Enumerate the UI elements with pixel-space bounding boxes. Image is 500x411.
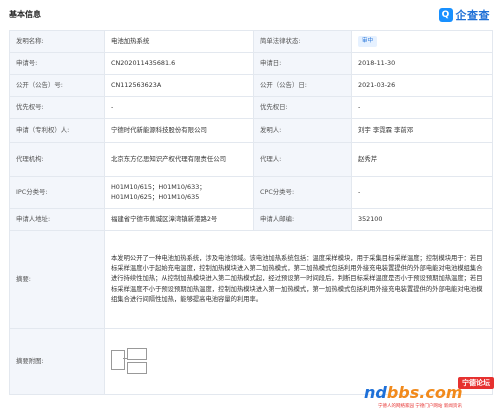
postcode-label: 申请人邮编: — [253, 208, 352, 231]
ipc-value: H01M10/615；H01M10/633；H01M10/625；H01M10/… — [104, 176, 254, 209]
figure-block — [127, 347, 147, 360]
inventor-label: 发明人: — [253, 118, 352, 143]
watermark-tag: 宁德论坛 — [458, 377, 494, 389]
abstract-figure-thumbnail[interactable] — [111, 346, 147, 378]
ipc-label: IPC分类号: — [9, 176, 105, 209]
publication-no-value: CN112563623A — [104, 74, 254, 97]
cpc-value: - — [351, 176, 493, 209]
applicant-label: 申请（专利权）人: — [9, 118, 105, 143]
watermark-logo: ndbbs.com — [364, 383, 463, 402]
abstract-label: 摘要: — [9, 230, 105, 329]
agency-link[interactable]: 北京东方亿思知识产权代理有限责任公司 — [104, 142, 254, 177]
cpc-label: CPC分类号: — [253, 176, 352, 209]
qcc-logo-icon: Q — [438, 8, 453, 22]
figure-block — [127, 361, 147, 374]
watermark-logo-rest: bbs.com — [386, 383, 463, 402]
address-label: 申请人地址: — [9, 208, 105, 231]
agent-label: 代理人: — [253, 142, 352, 177]
applicant-link[interactable]: 宁德时代新能源科技股份有限公司 — [104, 118, 254, 143]
publication-date-value: 2021-03-26 — [351, 74, 493, 97]
table-row: 代理机构: 北京东方亿思知识产权代理有限责任公司 代理人: 赵秀芹 — [9, 142, 493, 177]
postcode-value: 352100 — [351, 208, 493, 231]
figure-label: 摘要附图: — [9, 328, 105, 395]
table-row: 申请人地址: 福建省宁德市蕉城区漳湾镇新港路2号 申请人邮编: 352100 — [9, 208, 493, 231]
section-header: 基本信息 Q 企查查 — [0, 0, 500, 28]
figure-block — [111, 349, 125, 370]
application-no-label: 申请号: — [9, 52, 105, 75]
address-value: 福建省宁德市蕉城区漳湾镇新港路2号 — [104, 208, 254, 231]
legal-status-badge: 审中 — [358, 36, 378, 47]
invention-name-label: 发明名称: — [9, 30, 105, 53]
publication-no-label: 公开（公告）号: — [9, 74, 105, 97]
table-row: 发明名称: 电池加热系统 简单法律状态: 审中 — [9, 30, 493, 53]
table-row: 摘要: 本发明公开了一种电池加热系统，涉及电池领域。该电池加热系统包括：温度采样… — [9, 230, 493, 329]
section-title: 基本信息 — [9, 10, 41, 19]
inventor-value: 刘宇 李霓霖 李前邓 — [351, 118, 493, 143]
priority-no-value: - — [104, 96, 254, 119]
priority-date-label: 优先权日: — [253, 96, 352, 119]
patent-info-table: 发明名称: 电池加热系统 简单法律状态: 审中 申请号: CN202011435… — [9, 30, 493, 395]
table-row: 申请（专利权）人: 宁德时代新能源科技股份有限公司 发明人: 刘宇 李霓霖 李前… — [9, 118, 493, 143]
table-row: 申请号: CN202011435681.6 申请日: 2018-11-30 — [9, 52, 493, 75]
publication-date-label: 公开（公告）日: — [253, 74, 352, 97]
agency-label: 代理机构: — [9, 142, 105, 177]
table-row: IPC分类号: H01M10/615；H01M10/633；H01M10/625… — [9, 176, 493, 209]
priority-no-label: 优先权号: — [9, 96, 105, 119]
agent-value: 赵秀芹 — [351, 142, 493, 177]
watermark-subtitle: 宁德人的网络家园 宁德门户网站 新闻资讯 — [378, 404, 462, 409]
table-row: 优先权号: - 优先权日: - — [9, 96, 493, 119]
priority-date-value: - — [351, 96, 493, 119]
brand-logo[interactable]: Q 企查查 — [438, 7, 491, 23]
watermark-logo-prefix: nd — [364, 383, 387, 402]
abstract-text: 本发明公开了一种电池加热系统，涉及电池领域。该电池加热系统包括：温度采样模块，用… — [104, 230, 493, 329]
application-date-label: 申请日: — [253, 52, 352, 75]
site-watermark: 宁德论坛 ndbbs.com 宁德人的网络家园 宁德门户网站 新闻资讯 — [364, 377, 494, 409]
brand-name: 企查查 — [455, 9, 490, 22]
table-row: 公开（公告）号: CN112563623A 公开（公告）日: 2021-03-2… — [9, 74, 493, 97]
application-no-value: CN202011435681.6 — [104, 52, 254, 75]
legal-status-label: 简单法律状态: — [253, 30, 352, 53]
application-date-value: 2018-11-30 — [351, 52, 493, 75]
invention-name-value: 电池加热系统 — [104, 30, 254, 53]
